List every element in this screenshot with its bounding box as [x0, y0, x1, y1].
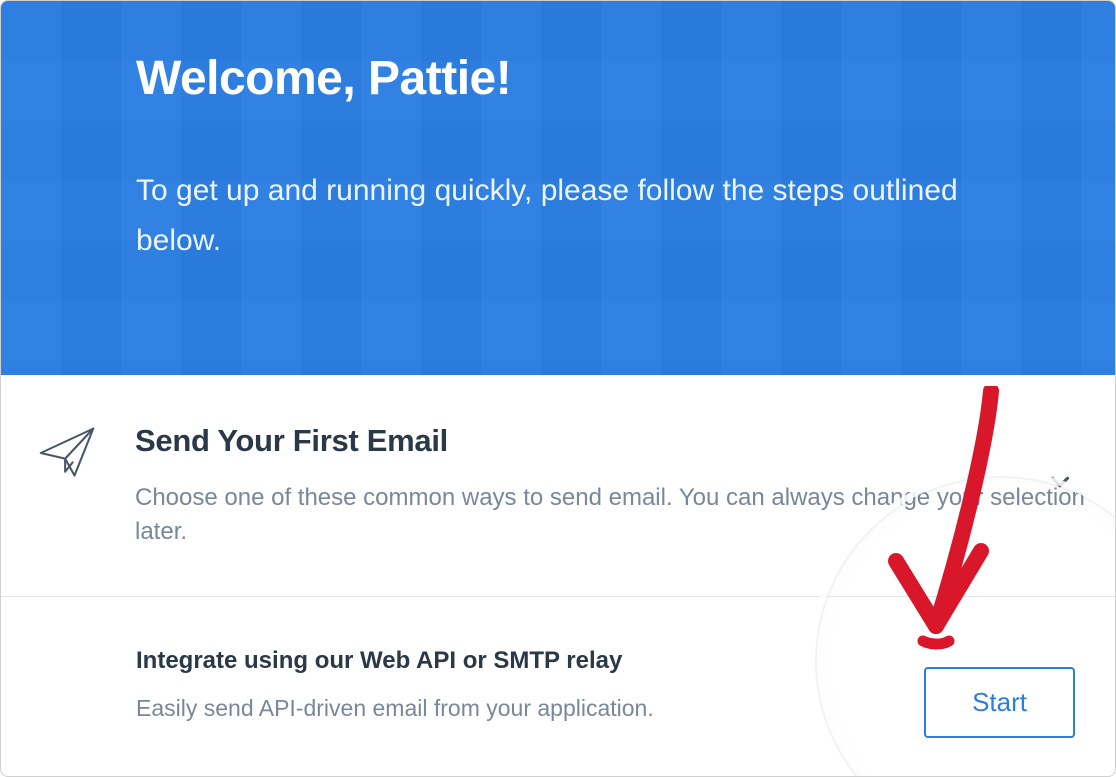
chevron-down-icon[interactable] — [1045, 467, 1075, 502]
welcome-subtitle: To get up and running quickly, please fo… — [136, 166, 980, 265]
welcome-hero: Welcome, Pattie! To get up and running q… — [1, 1, 1115, 375]
send-first-email-section[interactable]: Send Your First Email Choose one of thes… — [1, 375, 1115, 597]
section-title: Send Your First Email — [135, 423, 1085, 459]
option-description: Easily send API-driven email from your a… — [136, 695, 980, 722]
paper-plane-icon — [31, 423, 103, 495]
section-description: Choose one of these common ways to send … — [135, 481, 1085, 548]
welcome-title: Welcome, Pattie! — [136, 51, 980, 106]
start-button[interactable]: Start — [924, 667, 1075, 738]
option-title: Integrate using our Web API or SMTP rela… — [136, 647, 980, 675]
